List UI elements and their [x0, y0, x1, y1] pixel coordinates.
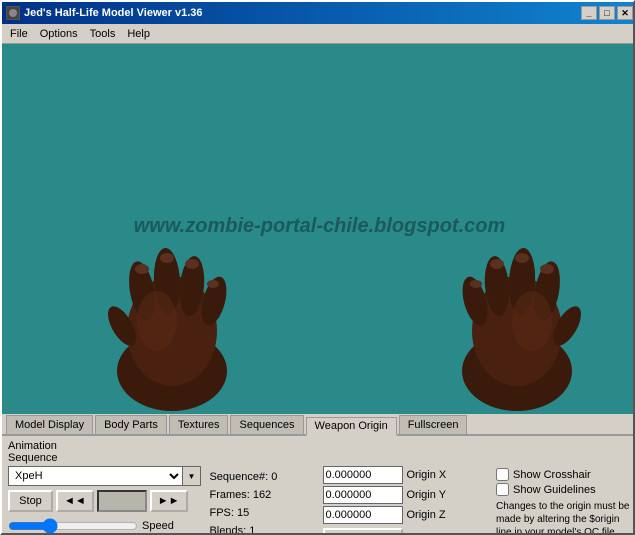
tab-fullscreen[interactable]: Fullscreen [399, 415, 468, 434]
animation-dropdown-button[interactable]: ▼ [183, 466, 201, 486]
window-title: Jed's Half-Life Model Viewer v1.36 [24, 7, 202, 19]
speed-label: Speed [142, 520, 174, 532]
origin-z-input[interactable] [323, 506, 403, 524]
prev-button[interactable]: ◄◄ [56, 490, 94, 512]
animation-section: XpeH ▼ Stop ◄◄ ►► Speed [8, 466, 203, 535]
test-origins-button[interactable]: Test Origins [323, 528, 403, 535]
title-buttons: _ □ ✕ [581, 6, 633, 20]
title-bar: Jed's Half-Life Model Viewer v1.36 _ □ ✕ [2, 2, 635, 24]
menu-tools[interactable]: Tools [84, 26, 122, 42]
origin-section: Origin X Origin Y Origin Z Test Origins [323, 466, 491, 535]
show-guidelines-row: Show Guidelines [496, 483, 631, 496]
origin-x-input[interactable] [323, 466, 403, 484]
app-icon [6, 6, 20, 20]
stop-button[interactable]: Stop [8, 490, 53, 512]
tab-model-display[interactable]: Model Display [6, 415, 93, 434]
playback-area [97, 490, 147, 512]
show-guidelines-checkbox[interactable] [496, 483, 509, 496]
options-section: Show Crosshair Show Guidelines Changes t… [496, 466, 631, 535]
tab-textures[interactable]: Textures [169, 415, 229, 434]
origin-y-label: Origin Y [407, 489, 455, 501]
origin-y-input[interactable] [323, 486, 403, 504]
close-button[interactable]: ✕ [617, 6, 633, 20]
model-viewport: www.zombie-portal-chile.blogspot.com [2, 44, 635, 414]
speed-slider-row: Speed [8, 518, 203, 534]
right-hand-model [447, 231, 587, 414]
sequence-num: Sequence#: 0 [209, 468, 316, 486]
changes-description: Changes to the origin must be made by al… [496, 500, 631, 535]
animation-select[interactable]: XpeH [8, 466, 183, 486]
speed-slider[interactable] [8, 518, 138, 534]
origin-z-row: Origin Z [323, 506, 491, 524]
title-left: Jed's Half-Life Model Viewer v1.36 [6, 6, 202, 20]
show-crosshair-row: Show Crosshair [496, 468, 631, 481]
panel-label-row: Animation Sequence [8, 440, 631, 464]
origin-x-label: Origin X [407, 469, 455, 481]
transport-row: Stop ◄◄ ►► [8, 490, 203, 512]
maximize-button[interactable]: □ [599, 6, 615, 20]
animation-sequence-label: Animation Sequence [8, 440, 108, 464]
bottom-panel: Animation Sequence XpeH ▼ Stop ◄◄ ►► [2, 436, 635, 535]
show-crosshair-label: Show Crosshair [513, 469, 591, 481]
animation-dropdown-row: XpeH ▼ [8, 466, 203, 486]
tab-sequences[interactable]: Sequences [230, 415, 303, 434]
origin-x-row: Origin X [323, 466, 491, 484]
frames-info: Frames: 162 [209, 486, 316, 504]
menu-file[interactable]: File [4, 26, 34, 42]
tab-body-parts[interactable]: Body Parts [95, 415, 167, 434]
blends-info: Blends: 1 [209, 522, 316, 535]
show-crosshair-checkbox[interactable] [496, 468, 509, 481]
application-window: Jed's Half-Life Model Viewer v1.36 _ □ ✕… [0, 0, 635, 535]
left-hand-svg [102, 231, 242, 411]
menu-help[interactable]: Help [121, 26, 156, 42]
right-hand-svg [447, 231, 587, 411]
next-button[interactable]: ►► [150, 490, 188, 512]
menu-bar: File Options Tools Help [2, 24, 635, 44]
origin-z-label: Origin Z [407, 509, 455, 521]
left-hand-model [102, 231, 242, 414]
tab-weapon-origin[interactable]: Weapon Origin [306, 417, 397, 436]
show-guidelines-label: Show Guidelines [513, 484, 596, 496]
minimize-button[interactable]: _ [581, 6, 597, 20]
menu-options[interactable]: Options [34, 26, 84, 42]
fps-info: FPS: 15 [209, 504, 316, 522]
sequence-info: Sequence#: 0 Frames: 162 FPS: 15 Blends:… [209, 466, 316, 535]
origin-y-row: Origin Y [323, 486, 491, 504]
tabs-row: Model Display Body Parts Textures Sequen… [2, 414, 635, 436]
panel-controls-row: XpeH ▼ Stop ◄◄ ►► Speed Sequence#: 0 [8, 466, 631, 535]
